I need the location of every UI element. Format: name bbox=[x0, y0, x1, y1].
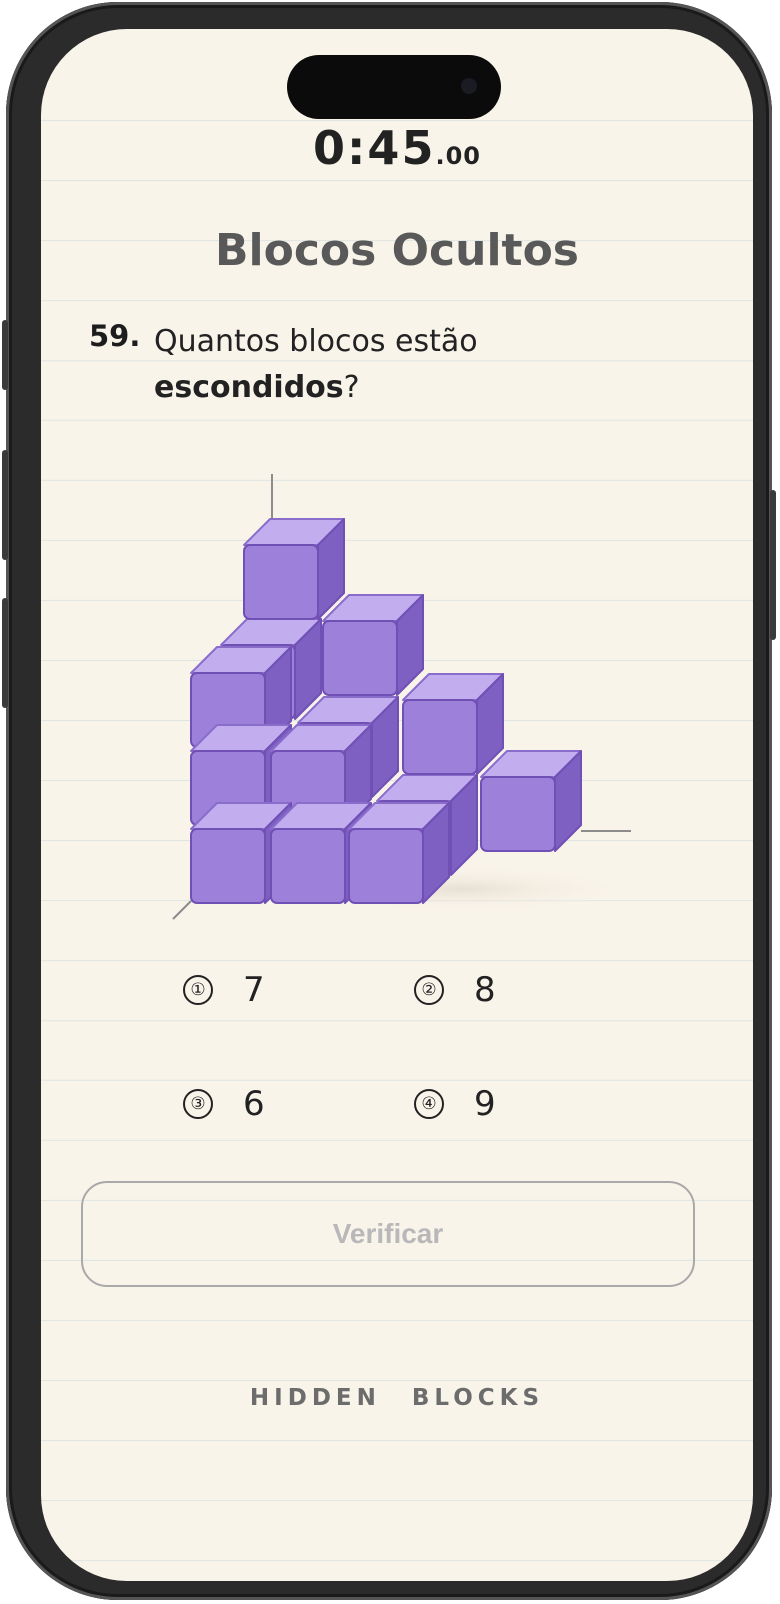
option-3[interactable]: ③ 6 bbox=[183, 1079, 265, 1129]
question-number: 59. bbox=[89, 319, 141, 353]
option-1[interactable]: ① 7 bbox=[183, 965, 265, 1015]
verify-button[interactable]: Verificar bbox=[81, 1181, 695, 1287]
dynamic-island bbox=[287, 55, 501, 119]
app-screen: 0:45.00 Blocos Ocultos 59. Quantos bloco… bbox=[41, 29, 753, 1581]
cube-tower-top bbox=[243, 518, 345, 620]
cube-upper-step bbox=[322, 594, 424, 696]
cube-middle-step bbox=[402, 673, 504, 775]
question-text-end: ? bbox=[343, 370, 360, 405]
option-2-icon: ② bbox=[414, 975, 444, 1005]
option-2-value: 8 bbox=[474, 970, 496, 1010]
cube-bottom-3 bbox=[348, 802, 450, 904]
option-1-value: 7 bbox=[243, 970, 265, 1010]
cube-right-end bbox=[480, 750, 582, 852]
option-1-icon: ① bbox=[183, 975, 213, 1005]
option-4-icon: ④ bbox=[414, 1089, 444, 1119]
question-text-bold: escondidos bbox=[154, 370, 344, 405]
camera-icon bbox=[461, 78, 477, 94]
timer-seconds: 0:45 bbox=[313, 121, 436, 175]
option-3-icon: ③ bbox=[183, 1089, 213, 1119]
question-text: Quantos blocos estão escondidos? bbox=[154, 319, 674, 411]
timer-fraction: .00 bbox=[435, 142, 481, 170]
question-text-plain: Quantos blocos estão bbox=[154, 324, 478, 359]
phone-frame: 0:45.00 Blocos Ocultos 59. Quantos bloco… bbox=[2, 2, 776, 1600]
volume-up-button bbox=[2, 450, 8, 560]
cube-stack-illustration bbox=[172, 474, 641, 920]
volume-down-button bbox=[2, 598, 8, 708]
countdown-timer: 0:45.00 bbox=[41, 121, 753, 175]
power-button bbox=[770, 490, 776, 640]
mute-switch bbox=[2, 320, 8, 390]
footer-brand: HIDDEN BLOCKS bbox=[249, 1385, 545, 1411]
option-2[interactable]: ② 8 bbox=[414, 965, 496, 1015]
page-title: Blocos Ocultos bbox=[214, 225, 579, 276]
option-4-value: 9 bbox=[474, 1084, 496, 1124]
option-3-value: 6 bbox=[243, 1084, 265, 1124]
option-4[interactable]: ④ 9 bbox=[414, 1079, 496, 1129]
axis-depth bbox=[172, 900, 192, 920]
